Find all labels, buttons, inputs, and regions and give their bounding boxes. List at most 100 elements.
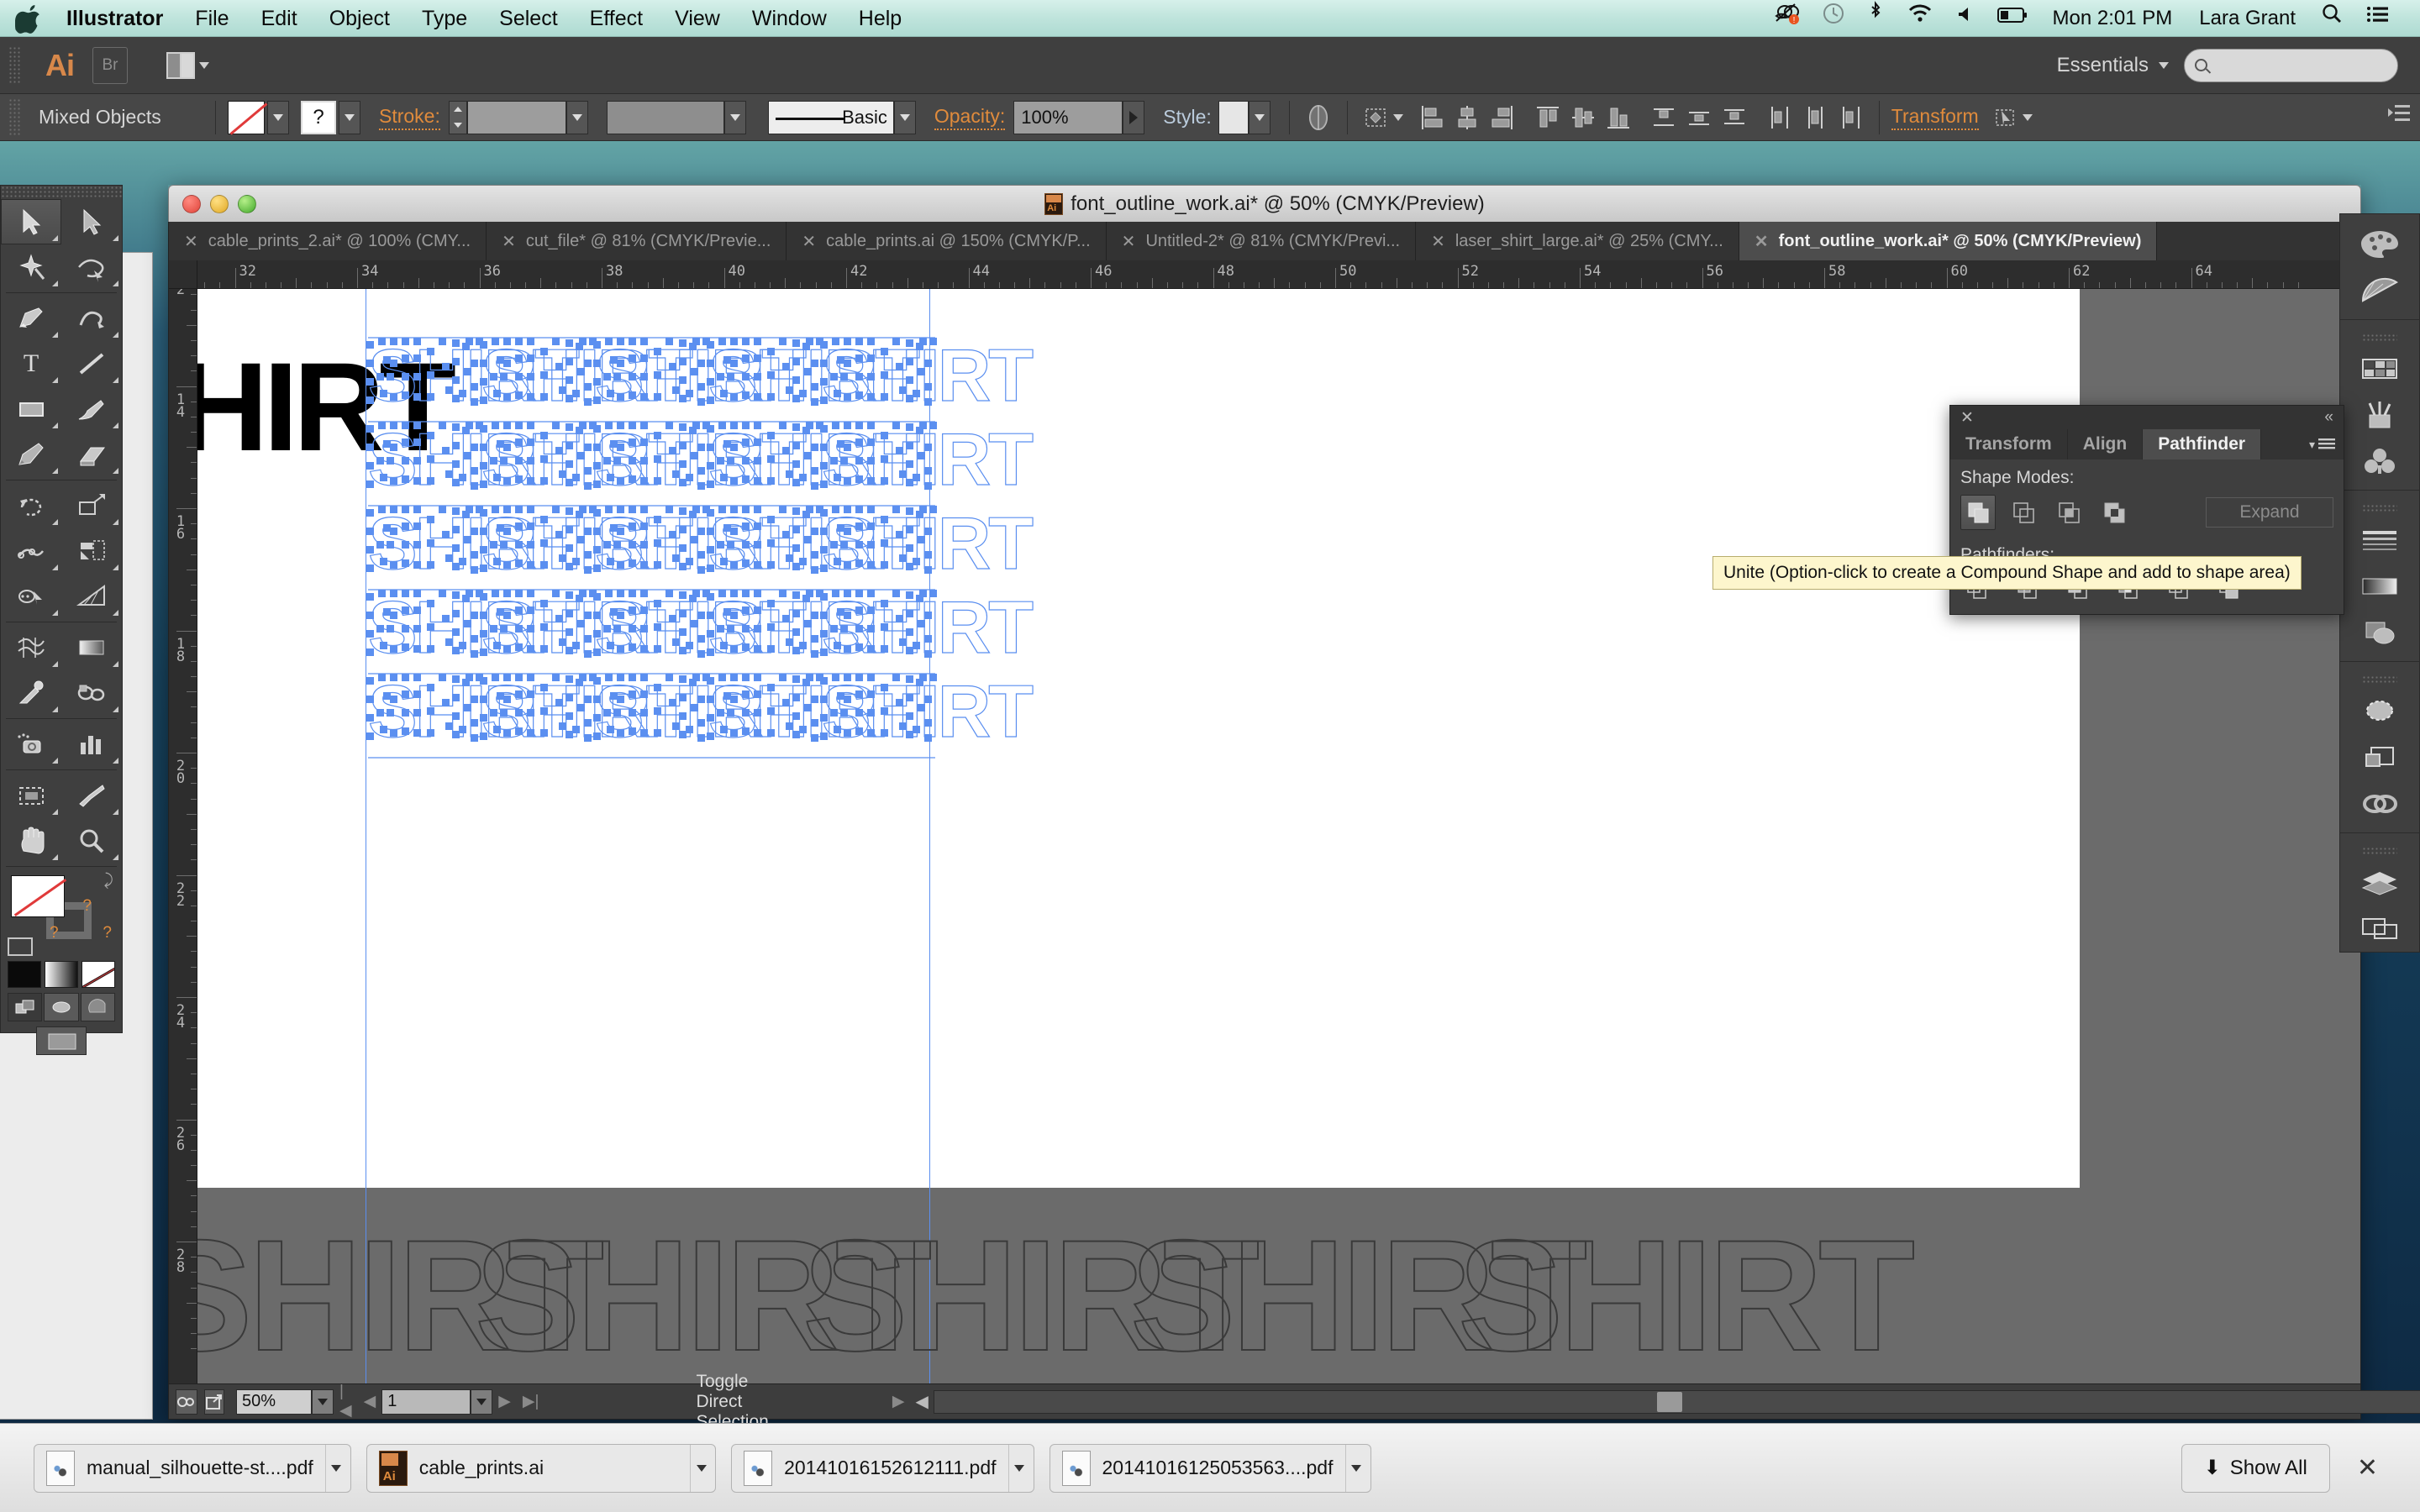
anchor-point[interactable] — [804, 452, 812, 459]
anchor-point[interactable] — [881, 393, 888, 401]
anchor-point[interactable] — [707, 677, 714, 685]
anchor-point[interactable] — [540, 707, 548, 715]
transform-selection-icon[interactable] — [1360, 101, 1393, 134]
anchor-point[interactable] — [413, 354, 421, 362]
anchor-point[interactable] — [754, 506, 761, 513]
anchor-point[interactable] — [654, 371, 661, 379]
anchor-point[interactable] — [840, 457, 848, 465]
anchor-point[interactable] — [686, 474, 693, 481]
anchor-point[interactable] — [527, 690, 534, 698]
anchor-point[interactable] — [584, 696, 592, 703]
anchor-point[interactable] — [666, 674, 673, 681]
anchor-point[interactable] — [640, 477, 648, 485]
artwork-letter-group[interactable]: SHIRT — [593, 333, 808, 422]
anchor-point[interactable] — [717, 457, 724, 465]
anchor-point[interactable] — [617, 590, 624, 597]
anchor-point[interactable] — [413, 625, 421, 633]
anchor-point[interactable] — [515, 475, 523, 483]
anchor-point[interactable] — [452, 423, 460, 431]
anchor-point[interactable] — [792, 610, 800, 617]
anchor-point[interactable] — [718, 674, 726, 681]
anchor-point[interactable] — [579, 506, 587, 513]
anchor-point[interactable] — [480, 677, 487, 685]
anchor-point[interactable] — [413, 422, 421, 429]
anchor-point[interactable] — [452, 460, 460, 468]
anchor-point[interactable] — [730, 696, 738, 703]
scale-tool[interactable] — [61, 483, 122, 528]
anchor-point[interactable] — [427, 477, 434, 485]
anchor-point[interactable] — [593, 648, 601, 656]
anchor-point[interactable] — [844, 444, 851, 451]
opacity-flyout[interactable] — [1123, 100, 1145, 134]
anchor-point[interactable] — [366, 509, 374, 517]
anchor-point[interactable] — [742, 457, 750, 465]
anchor-point[interactable] — [466, 422, 473, 429]
anchor-point[interactable] — [579, 674, 587, 681]
document-tab-5[interactable]: ✕ font_outline_work.ai* @ 50% (CMYK/Prev… — [1739, 222, 2158, 260]
rotate-tool[interactable] — [1, 483, 61, 528]
anchor-point[interactable] — [779, 422, 786, 429]
anchor-point[interactable] — [906, 694, 913, 701]
anchor-point[interactable] — [584, 383, 592, 391]
anchor-point[interactable] — [593, 480, 601, 488]
anchor-point[interactable] — [566, 694, 573, 701]
artboards-panel-icon[interactable] — [2352, 906, 2407, 952]
anchor-point[interactable] — [480, 593, 487, 601]
anchor-point[interactable] — [672, 554, 680, 562]
anchor-point[interactable] — [924, 635, 932, 643]
anchor-point[interactable] — [515, 709, 523, 717]
anchor-point[interactable] — [727, 709, 734, 717]
anchor-point[interactable] — [413, 457, 421, 465]
anchor-point[interactable] — [654, 539, 661, 547]
anchor-point[interactable] — [666, 422, 673, 429]
anchor-point[interactable] — [782, 615, 790, 622]
menu-effect[interactable]: Effect — [574, 0, 659, 37]
anchor-point[interactable] — [654, 561, 661, 569]
anchor-point[interactable] — [366, 732, 374, 740]
lasso-tool[interactable] — [61, 244, 122, 290]
anchor-point[interactable] — [402, 625, 409, 633]
anchor-point[interactable] — [924, 566, 932, 574]
anchor-point[interactable] — [924, 734, 932, 742]
anchor-point[interactable] — [390, 528, 397, 535]
anchor-point[interactable] — [427, 539, 434, 547]
anchor-point[interactable] — [480, 509, 487, 517]
anchor-point[interactable] — [603, 625, 611, 633]
anchor-point[interactable] — [459, 558, 466, 565]
anchor-point[interactable] — [552, 422, 560, 429]
anchor-point[interactable] — [707, 341, 714, 349]
anchor-point[interactable] — [881, 684, 888, 691]
anchor-point[interactable] — [844, 696, 851, 703]
anchor-point[interactable] — [730, 729, 738, 737]
anchor-point[interactable] — [718, 338, 726, 345]
artwork-letter-group[interactable]: SHIRT — [707, 333, 921, 422]
anchor-point[interactable] — [906, 376, 913, 384]
anchor-point[interactable] — [427, 348, 434, 355]
anchor-point[interactable] — [799, 558, 807, 565]
anchor-point[interactable] — [654, 600, 661, 607]
anchor-point[interactable] — [492, 506, 499, 513]
anchor-point[interactable] — [792, 339, 800, 347]
anchor-point[interactable] — [820, 546, 828, 554]
anchor-point[interactable] — [471, 566, 478, 574]
anchor-point[interactable] — [820, 378, 828, 386]
anchor-point[interactable] — [584, 650, 592, 658]
anchor-point[interactable] — [707, 732, 714, 740]
anchor-point[interactable] — [376, 373, 384, 381]
anchor-point[interactable] — [387, 457, 394, 465]
anchor-point[interactable] — [697, 398, 705, 406]
anchor-point[interactable] — [640, 709, 648, 717]
anchor-point[interactable] — [855, 438, 863, 446]
anchor-point[interactable] — [717, 541, 724, 549]
apple-menu-icon[interactable] — [15, 2, 44, 35]
width-tool[interactable] — [1, 528, 61, 574]
anchor-point[interactable] — [629, 643, 636, 651]
anchor-point[interactable] — [480, 528, 487, 535]
anchor-point[interactable] — [867, 422, 875, 429]
anchor-point[interactable] — [691, 536, 698, 543]
anchor-point[interactable] — [820, 648, 828, 656]
anchor-point[interactable] — [640, 590, 648, 597]
anchor-point[interactable] — [867, 477, 875, 485]
anchor-point[interactable] — [892, 422, 900, 429]
symbol-sprayer-tool[interactable] — [1, 722, 61, 767]
